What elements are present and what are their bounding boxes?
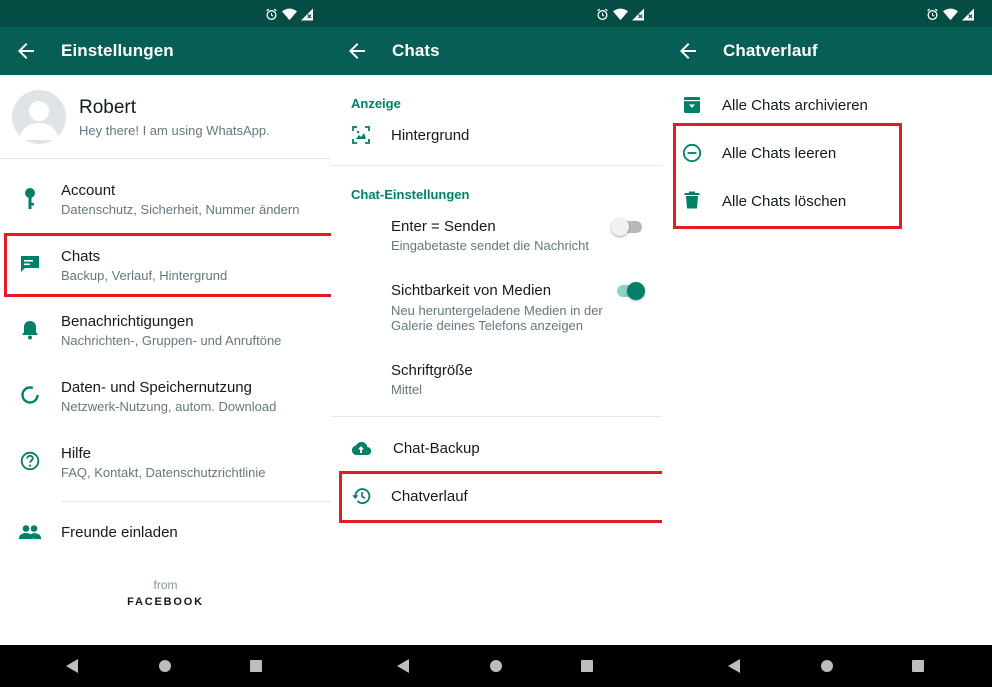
status-bar <box>0 0 331 27</box>
signal-icon <box>962 8 974 20</box>
page-title: Chats <box>392 41 440 60</box>
divider <box>0 158 331 159</box>
nav-home-icon[interactable] <box>821 660 833 672</box>
app-bar: Chats <box>331 27 662 75</box>
section-header: Anzeige <box>351 96 401 111</box>
back-arrow-icon[interactable] <box>14 39 38 63</box>
menu-item-subtitle: Netzwerk-Nutzung, autom. Download <box>61 399 277 414</box>
section-header: Chat-Einstellungen <box>351 187 470 202</box>
nav-home-icon[interactable] <box>159 660 171 672</box>
app-bar: Chatverlauf <box>662 27 992 75</box>
menu-item-subtitle: Nachrichten-, Gruppen- und Anruftöne <box>61 333 282 348</box>
invite-friends[interactable]: Freunde einladen <box>61 524 178 541</box>
archive-icon <box>684 97 700 113</box>
alarm-icon <box>597 8 608 20</box>
menu-item-title[interactable]: Account <box>61 182 115 199</box>
setting-subtitle: Galerie deines Telefons anzeigen <box>391 318 584 333</box>
nav-bar <box>331 645 662 687</box>
status-bar <box>331 0 662 27</box>
chat-history-screen: Chatverlauf Alle Chats archivieren Alle … <box>662 0 992 687</box>
profile-name[interactable]: Robert <box>79 97 136 119</box>
chats-settings-screen: Chats Anzeige Hintergrund Chat-Einstellu… <box>331 0 662 687</box>
nav-recent-icon[interactable] <box>912 660 924 672</box>
menu-item-title[interactable]: Hilfe <box>61 445 91 462</box>
menu-item-title[interactable]: Benachrichtigungen <box>61 313 194 330</box>
wallpaper-item[interactable]: Hintergrund <box>391 127 469 144</box>
nav-back-icon[interactable] <box>397 659 409 673</box>
setting-title[interactable]: Enter = Senden <box>391 218 496 235</box>
archive-all-chats[interactable]: Alle Chats archivieren <box>722 97 868 114</box>
people-icon <box>19 525 41 540</box>
wallpaper-icon <box>352 126 370 144</box>
page-title: Chatverlauf <box>723 41 818 60</box>
nav-bar <box>0 645 331 687</box>
highlight-box <box>4 233 331 297</box>
nav-back-icon[interactable] <box>728 659 740 673</box>
setting-subtitle: Eingabetaste sendet die Nachricht <box>391 238 590 253</box>
alarm-icon <box>266 8 277 20</box>
wifi-icon <box>613 8 628 20</box>
page-title: Einstellungen <box>61 41 174 60</box>
back-arrow-icon[interactable] <box>345 39 369 63</box>
chat-backup-item[interactable]: Chat-Backup <box>393 440 480 457</box>
menu-item-subtitle: Datenschutz, Sicherheit, Nummer ändern <box>61 202 300 217</box>
menu-item-title[interactable]: Daten- und Speichernutzung <box>61 379 252 396</box>
signal-icon <box>301 8 313 20</box>
data-usage-icon <box>21 386 39 404</box>
nav-home-icon[interactable] <box>490 660 502 672</box>
signal-icon <box>632 8 644 20</box>
menu-item-subtitle: FAQ, Kontakt, Datenschutzrichtlinie <box>61 465 266 480</box>
cloud-upload-icon <box>351 442 371 456</box>
toggle-thumb[interactable] <box>627 282 645 300</box>
status-bar <box>662 0 992 27</box>
divider <box>331 165 662 166</box>
highlight-box <box>339 471 662 523</box>
highlight-box <box>673 123 902 229</box>
wifi-icon <box>943 8 958 20</box>
divider <box>61 501 331 502</box>
alarm-icon <box>927 8 938 20</box>
setting-value: Mittel <box>391 382 423 397</box>
settings-screen: Einstellungen Robert Hey there! I am usi… <box>0 0 331 687</box>
nav-recent-icon[interactable] <box>581 660 593 672</box>
bell-icon <box>22 321 38 340</box>
wifi-icon <box>282 8 297 20</box>
setting-title[interactable]: Sichtbarkeit von Medien <box>391 282 551 299</box>
setting-title[interactable]: Schriftgröße <box>391 362 473 379</box>
back-arrow-icon[interactable] <box>676 39 700 63</box>
avatar[interactable] <box>12 90 66 144</box>
footer-from: from <box>153 578 178 592</box>
nav-back-icon[interactable] <box>66 659 78 673</box>
nav-recent-icon[interactable] <box>250 660 262 672</box>
key-icon <box>25 188 35 209</box>
divider <box>331 416 662 417</box>
toggle-thumb[interactable] <box>611 218 629 236</box>
facebook-logo: FACEBOOK <box>127 596 204 608</box>
setting-subtitle: Neu heruntergeladene Medien in der <box>391 303 603 318</box>
help-icon <box>20 451 40 471</box>
nav-bar <box>662 645 992 687</box>
app-bar: Einstellungen <box>0 27 331 75</box>
profile-status: Hey there! I am using WhatsApp. <box>79 123 270 138</box>
